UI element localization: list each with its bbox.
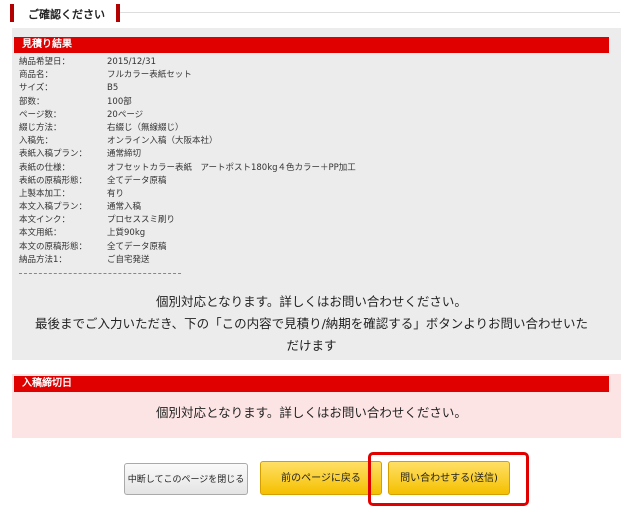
detail-label: 本文インク： xyxy=(19,215,71,226)
estimate-notice-line: だけます xyxy=(286,338,337,353)
detail-row: 表紙入稿プラン： 通常締切 xyxy=(19,148,439,161)
deadline-bar: 入稿締切日 xyxy=(14,376,609,392)
estimate-bar: 見積り結果 xyxy=(14,37,609,53)
detail-value: オフセットカラー表紙 アートポスト180kg４色カラー＋PP加工 xyxy=(107,162,356,173)
detail-row: 上製本加工： 有り xyxy=(19,188,439,201)
detail-row: ページ数： 20ページ xyxy=(19,109,439,122)
send-inquiry-button[interactable]: 問い合わせする(送信) xyxy=(388,461,510,495)
estimate-notice-line: 個別対応となります。詳しくはお問い合わせください。 xyxy=(156,294,467,309)
detail-value: 全てデータ原稿 xyxy=(107,241,167,252)
detail-value: ご自宅発送 xyxy=(107,254,150,265)
detail-row: サイズ： B5 xyxy=(19,82,439,95)
detail-row: 入稿先： オンライン入稿（大阪本社） xyxy=(19,135,439,148)
detail-value: 通常入稿 xyxy=(107,202,142,213)
detail-label: ページ数： xyxy=(19,109,62,120)
detail-label: 部数： xyxy=(19,96,45,107)
section-heading-title: ご確認ください xyxy=(28,8,105,21)
back-button[interactable]: 前のページに戻る xyxy=(260,461,382,495)
detail-row: 本文用紙： 上質90kg xyxy=(19,227,439,240)
detail-label: 商品名： xyxy=(19,70,54,81)
detail-value: オンライン入稿（大阪本社） xyxy=(107,136,218,147)
detail-label: 表紙入稿プラン： xyxy=(19,149,88,160)
section-heading: ご確認ください xyxy=(10,4,120,22)
detail-value: 右綴じ（無線綴じ） xyxy=(107,122,184,133)
detail-label: 本文用紙： xyxy=(19,228,62,239)
estimate-notice-line: 最後までご入力いただき、下の「この内容で見積り/納期を確認する」ボタンよりお問い… xyxy=(34,316,589,331)
detail-row: 綴じ方法： 右綴じ（無線綴じ） xyxy=(19,122,439,135)
detail-label: 上製本加工： xyxy=(19,188,71,199)
detail-label: 納品方法1： xyxy=(19,254,67,265)
detail-value: 2015/12/31 xyxy=(107,57,156,67)
detail-value: 通常締切 xyxy=(107,149,142,160)
estimate-notice: 個別対応となります。詳しくはお問い合わせください。 最後までご入力いただき、下の… xyxy=(14,291,609,357)
heading-rule xyxy=(120,12,620,13)
detail-row: 表紙の仕様： オフセットカラー表紙 アートポスト180kg４色カラー＋PP加工 xyxy=(19,162,439,175)
detail-row: 表紙の原稿形態： 全てデータ原稿 xyxy=(19,175,439,188)
detail-value: 全てデータ原稿 xyxy=(107,175,167,186)
details-divider xyxy=(19,273,181,274)
detail-value: B5 xyxy=(107,83,119,94)
detail-label: 綴じ方法： xyxy=(19,122,62,133)
detail-label: サイズ： xyxy=(19,83,53,94)
detail-row: 本文インク： プロセススミ刷り xyxy=(19,214,439,227)
deadline-notice: 個別対応となります。詳しくはお問い合わせください。 xyxy=(156,405,467,420)
detail-value: 上質90kg xyxy=(107,228,146,239)
detail-row: 納品方法1： ご自宅発送 xyxy=(19,254,439,267)
detail-value: 20ページ xyxy=(107,109,144,120)
detail-label: 納品希望日： xyxy=(19,57,71,67)
detail-value: プロセススミ刷り xyxy=(107,215,176,226)
detail-label: 表紙の原稿形態： xyxy=(19,175,88,186)
detail-row: 部数： 100部 xyxy=(19,96,439,109)
detail-label: 表紙の仕様： xyxy=(19,162,71,173)
detail-value: フルカラー表紙セット xyxy=(107,70,192,81)
detail-row: 本文の原稿形態： 全てデータ原稿 xyxy=(19,241,439,254)
detail-row: 納品希望日： 2015/12/31 xyxy=(19,56,439,69)
detail-value: 100部 xyxy=(107,96,132,107)
detail-label: 入稿先： xyxy=(19,136,54,147)
estimate-details: 納品希望日： 2015/12/31 商品名： フルカラー表紙セット サイズ： B5 部… xyxy=(19,56,439,267)
close-page-button[interactable]: 中断してこのページを閉じる xyxy=(124,463,248,495)
detail-row: 商品名： フルカラー表紙セット xyxy=(19,69,439,82)
detail-value: 有り xyxy=(107,188,125,199)
detail-row: 本文入稿プラン： 通常入稿 xyxy=(19,201,439,214)
detail-label: 本文入稿プラン： xyxy=(19,202,88,213)
detail-label: 本文の原稿形態： xyxy=(19,241,88,252)
